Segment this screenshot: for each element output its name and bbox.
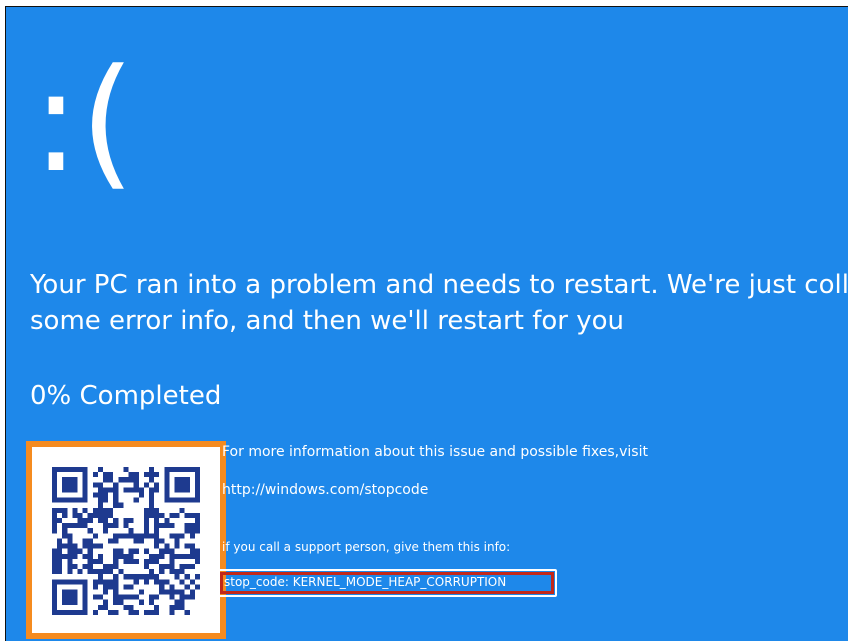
stop-code-text: stop_code: KERNEL_MODE_HEAP_CORRUPTION [224, 575, 507, 589]
qr-code-icon [52, 467, 200, 615]
error-message-line-2: some error info, and then we'll restart … [30, 306, 624, 336]
qr-code-highlight [26, 441, 226, 639]
bsod-screen: :( Your PC ran into a problem and needs … [5, 6, 848, 641]
error-message-line-1: Your PC ran into a problem and needs to … [30, 270, 848, 300]
error-message: Your PC ran into a problem and needs to … [30, 267, 848, 339]
stop-code-highlight: stop_code: KERNEL_MODE_HEAP_CORRUPTION [217, 569, 557, 597]
support-info-text: if you call a support person, give them … [222, 540, 511, 554]
progress-text: 0% Completed [30, 381, 222, 411]
stopcode-url-link[interactable]: http://windows.com/stopcode [222, 482, 428, 498]
more-info-text: For more information about this issue an… [222, 444, 648, 460]
sad-face: :( [32, 39, 136, 204]
